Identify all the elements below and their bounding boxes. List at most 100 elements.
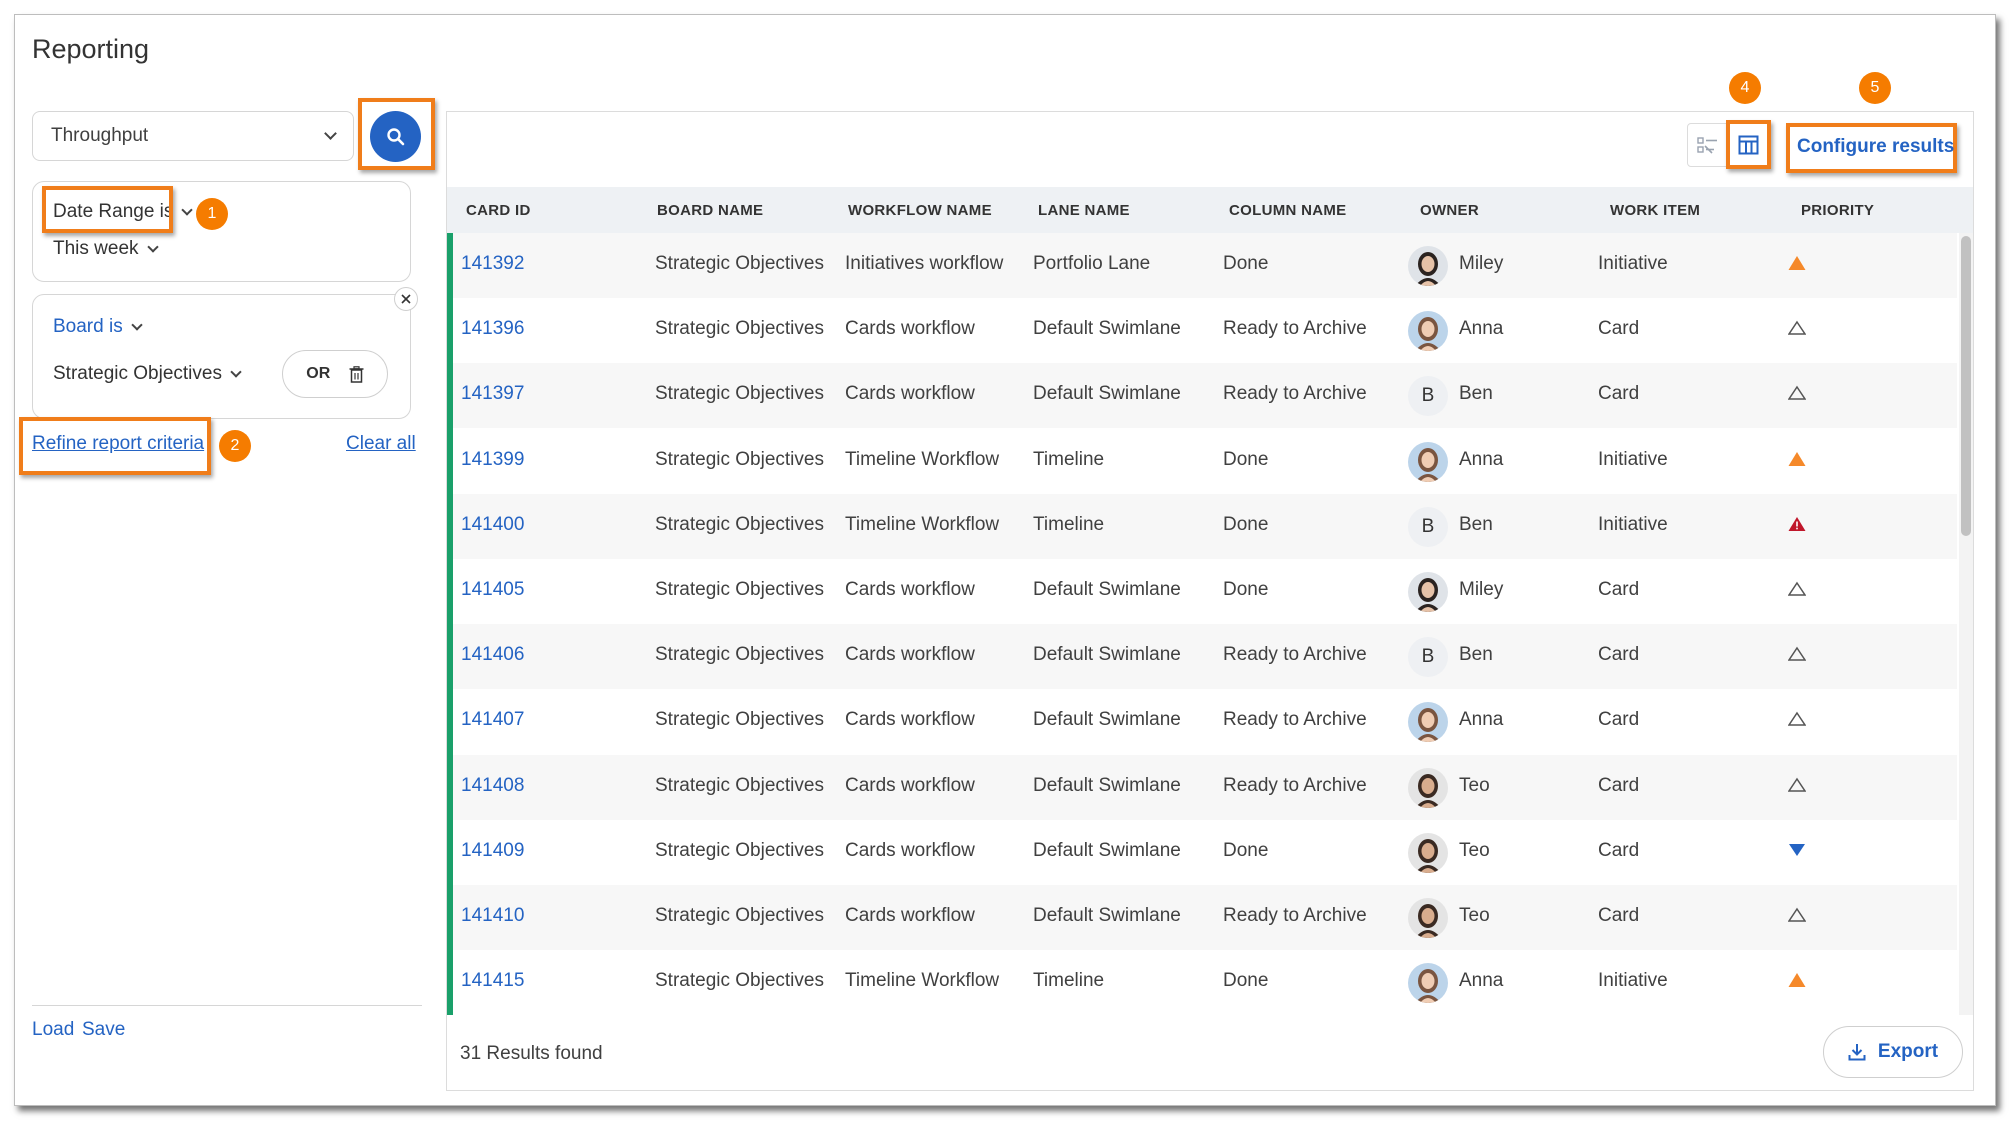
avatar	[1408, 702, 1448, 743]
cell-item: Card	[1598, 905, 1640, 926]
download-icon	[1848, 1044, 1866, 1061]
table-row[interactable]: 141415 Strategic Objectives Timeline Workf…	[447, 950, 1957, 1015]
table-row[interactable]: 141406 Strategic Objectives Cards workflow…	[447, 624, 1957, 690]
cell-item: Initiative	[1598, 448, 1668, 470]
cell-item: Card	[1598, 579, 1640, 600]
cell-board: Strategic Objectives	[655, 318, 824, 340]
table-row[interactable]: 141392 Strategic Objectives Initiatives wo…	[447, 233, 1957, 298]
priority-normal-icon	[1787, 581, 1807, 603]
or-button[interactable]: OR	[306, 365, 330, 383]
search-button[interactable]	[370, 111, 421, 162]
configure-results-button[interactable]: Configure results	[1797, 136, 1954, 158]
cell-item: Card	[1598, 644, 1640, 666]
cell-owner: Anna	[1459, 448, 1504, 470]
cell-column: Done	[1223, 513, 1269, 535]
table-row[interactable]: 141408 Strategic Objectives Cards workflow…	[447, 754, 1957, 820]
results-count: 31 Results found	[460, 1043, 603, 1064]
cell-column: Done	[1223, 253, 1269, 274]
cell-lane: Default Swimlane	[1033, 579, 1181, 600]
header-lane-name[interactable]: LANE NAME	[1038, 202, 1130, 219]
cell-lane: Default Swimlane	[1033, 839, 1181, 861]
remove-criteria-button[interactable]	[394, 287, 418, 311]
cell-board: Strategic Objectives	[655, 579, 824, 600]
card-id-link[interactable]: 141399	[461, 449, 524, 471]
cell-item: Card	[1598, 318, 1640, 340]
card-id-link[interactable]: 141400	[461, 514, 524, 536]
date-range-value-dropdown[interactable]: This week	[53, 238, 159, 260]
cell-workflow: Cards workflow	[845, 839, 975, 861]
board-value-dropdown[interactable]: Strategic Objectives	[53, 363, 242, 385]
cell-lane: Default Swimlane	[1033, 905, 1181, 926]
avatar	[1408, 832, 1448, 873]
person-photo-icon	[1415, 447, 1441, 482]
priority-normal-icon	[1787, 385, 1807, 407]
priority-normal-icon	[1787, 711, 1807, 733]
cell-board: Strategic Objectives	[655, 644, 824, 666]
cell-board: Strategic Objectives	[655, 970, 824, 992]
header-card-id[interactable]: CARD ID	[466, 202, 531, 219]
close-icon	[401, 294, 411, 304]
table-row[interactable]: 141405 Strategic Objectives Cards workflow…	[447, 559, 1957, 624]
priority-high-icon	[1788, 972, 1806, 994]
person-photo-icon	[1415, 252, 1441, 286]
priority-critical-icon	[1788, 516, 1806, 538]
card-id-link[interactable]: 141410	[461, 905, 524, 927]
export-label: Export	[1877, 1041, 1939, 1062]
priority-high-icon	[1788, 255, 1806, 277]
header-work-item[interactable]: WORK ITEM	[1610, 202, 1700, 219]
scrollbar-thumb[interactable]	[1961, 236, 1971, 536]
header-owner[interactable]: OWNER	[1420, 202, 1479, 219]
cell-lane: Default Swimlane	[1033, 383, 1181, 405]
cell-column: Ready to Archive	[1223, 905, 1367, 926]
cell-workflow: Cards workflow	[845, 579, 975, 600]
report-type-select[interactable]: Throughput	[32, 111, 354, 161]
table-row[interactable]: 141396 Strategic Objectives Cards workflow…	[447, 298, 1957, 363]
cell-column: Done	[1223, 839, 1269, 861]
card-id-link[interactable]: 141396	[461, 318, 524, 340]
table-row[interactable]: 141397 Strategic Objectives Cards workflow…	[447, 363, 1957, 429]
card-id-link[interactable]: 141407	[461, 709, 524, 731]
clear-all-link[interactable]: Clear all	[346, 433, 416, 455]
card-id-link[interactable]: 141406	[461, 644, 524, 666]
table-row[interactable]: 141409 Strategic Objectives Cards workflow…	[447, 820, 1957, 885]
export-button[interactable]: Export	[1823, 1026, 1963, 1078]
cell-item: Initiative	[1598, 970, 1668, 992]
avatar: B	[1408, 637, 1448, 678]
save-link[interactable]: Save	[82, 1019, 125, 1041]
load-link[interactable]: Load	[32, 1019, 74, 1041]
table-view-icon[interactable]	[1738, 135, 1759, 155]
chevron-down-icon	[146, 240, 159, 253]
header-column-name[interactable]: COLUMN NAME	[1229, 202, 1346, 219]
card-id-link[interactable]: 141405	[461, 579, 524, 601]
cell-workflow: Cards workflow	[845, 905, 975, 926]
table-row[interactable]: 141400 Strategic Objectives Timeline Workf…	[447, 493, 1957, 559]
cell-owner: Ben	[1459, 383, 1493, 405]
cell-column: Ready to Archive	[1223, 318, 1367, 340]
cell-owner: Miley	[1459, 253, 1504, 274]
cell-board: Strategic Objectives	[655, 774, 824, 796]
table-header: CARD ID BOARD NAME WORKFLOW NAME LANE NA…	[447, 187, 1973, 233]
avatar	[1408, 311, 1448, 352]
cell-board: Strategic Objectives	[655, 253, 824, 274]
card-id-link[interactable]: 141409	[461, 840, 524, 862]
table-row[interactable]: 141407 Strategic Objectives Cards workflow…	[447, 689, 1957, 754]
card-id-link[interactable]: 141408	[461, 775, 524, 797]
header-priority[interactable]: PRIORITY	[1801, 202, 1874, 219]
cell-column: Ready to Archive	[1223, 644, 1367, 666]
list-view-icon[interactable]	[1697, 136, 1719, 156]
card-id-link[interactable]: 141392	[461, 253, 524, 275]
or-toggle-group: OR	[282, 350, 388, 398]
board-dropdown[interactable]: Board is	[53, 316, 143, 338]
header-board-name[interactable]: BOARD NAME	[657, 202, 763, 219]
cell-workflow: Cards workflow	[845, 383, 975, 405]
cell-lane: Timeline	[1033, 970, 1105, 992]
card-id-link[interactable]: 141397	[461, 383, 524, 405]
table-row[interactable]: 141399 Strategic Objectives Timeline Workf…	[447, 429, 1957, 494]
trash-icon[interactable]	[349, 365, 364, 383]
card-id-link[interactable]: 141415	[461, 970, 524, 992]
table-row[interactable]: 141410 Strategic Objectives Cards workflow…	[447, 885, 1957, 950]
cell-workflow: Cards workflow	[845, 644, 975, 666]
cell-owner: Anna	[1459, 970, 1504, 992]
cell-column: Ready to Archive	[1223, 383, 1367, 405]
header-workflow-name[interactable]: WORKFLOW NAME	[848, 202, 992, 219]
